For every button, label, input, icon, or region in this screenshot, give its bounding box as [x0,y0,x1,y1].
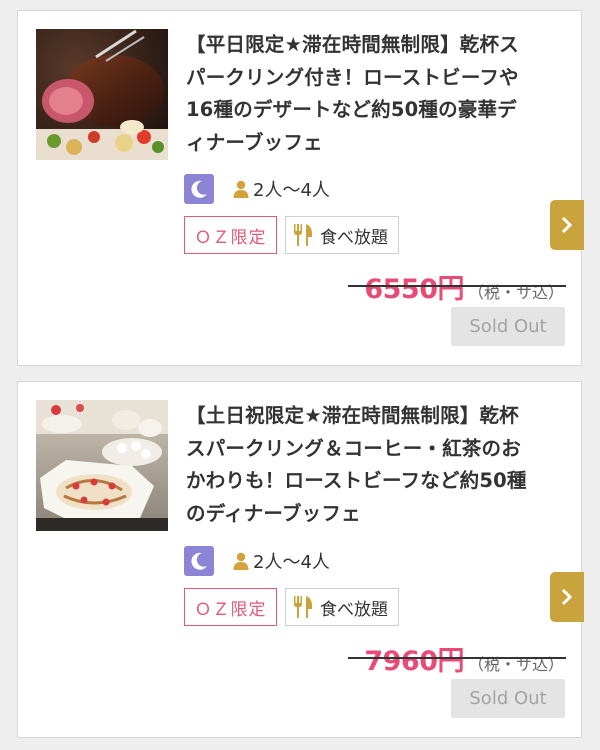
roast-beef-photo[interactable] [36,29,168,160]
people-count: 2人〜4人 [233,548,330,574]
moon-icon [184,546,214,576]
fork-knife-icon [294,596,312,618]
sold-out-button[interactable]: Sold Out [451,679,565,718]
detail-arrow-button[interactable] [550,572,584,622]
person-icon [233,552,249,570]
price-strikethrough [348,285,566,287]
buffet-label: 食べ放題 [320,599,388,620]
fork-knife-icon [294,224,312,246]
dessert-buffet-photo[interactable] [36,400,168,531]
person-icon [233,180,249,198]
plan-tags: ＯＺ限定 食べ放題 [184,588,399,626]
plan-card[interactable]: 【平日限定★滞在時間無制限】乾杯スパークリング付き！ローストビーフや16種のデザ… [17,10,584,366]
tax-note: （税・サ込） [467,655,564,674]
people-label: 2人〜4人 [253,180,330,201]
plan-card[interactable]: 【土日祝限定★滞在時間無制限】乾杯スパークリング＆コーヒー・紅茶のおかわりも！ロ… [17,381,584,738]
sold-out-button[interactable]: Sold Out [451,307,565,346]
buffet-tag: 食べ放題 [285,216,399,254]
plan-title[interactable]: 【土日祝限定★滞在時間無制限】乾杯スパークリング＆コーヒー・紅茶のおかわりも！ロ… [186,400,531,530]
oz-limited-tag: ＯＺ限定 [184,588,277,626]
detail-arrow-button[interactable] [550,200,584,250]
plan-title[interactable]: 【平日限定★滞在時間無制限】乾杯スパークリング付き！ローストビーフや16種のデザ… [186,29,531,159]
plan-meta: 2人〜4人 [184,546,330,576]
moon-icon [184,174,214,204]
plan-tags: ＯＺ限定 食べ放題 [184,216,399,254]
oz-limited-tag: ＯＺ限定 [184,216,277,254]
tax-note: （税・サ込） [467,283,564,302]
chevron-right-icon [561,216,573,234]
chevron-right-icon [561,588,573,606]
people-count: 2人〜4人 [233,176,330,202]
plan-meta: 2人〜4人 [184,174,330,204]
buffet-label: 食べ放題 [320,227,388,248]
buffet-tag: 食べ放題 [285,588,399,626]
price-strikethrough [348,657,566,659]
people-label: 2人〜4人 [253,552,330,573]
